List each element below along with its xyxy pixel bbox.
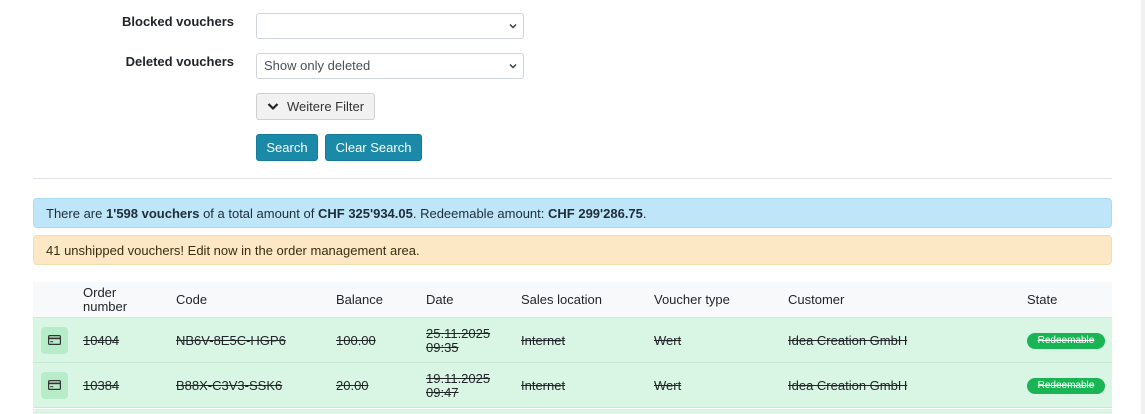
col-voucher-type[interactable]: Voucher type — [654, 293, 730, 307]
date-day: 25.11.2025 — [426, 326, 491, 341]
chevron-down-icon — [267, 103, 279, 111]
more-filters-button[interactable]: Weitere Filter — [256, 93, 375, 120]
col-order-number[interactable]: Order number — [83, 286, 127, 314]
deleted-vouchers-select[interactable]: Show only deleted — [256, 53, 524, 79]
customer: Idea Creation GmbH — [788, 378, 908, 393]
col-balance[interactable]: Balance — [336, 293, 383, 307]
summary-suffix: . — [642, 206, 647, 221]
summary-mid: of a total amount of — [203, 206, 315, 221]
date: 25.11.2025 09:35 — [426, 327, 490, 355]
blocked-vouchers-label: Blocked vouchers — [122, 14, 234, 29]
card-button[interactable] — [41, 327, 68, 354]
credit-card-icon — [48, 335, 61, 345]
table-header: Order number Code Balance Date Sales loc… — [33, 282, 1112, 318]
chevron-down-icon — [509, 64, 517, 69]
col-state[interactable]: State — [1027, 293, 1057, 307]
date-time: 09:35 — [426, 340, 459, 355]
sales-location: Internet — [521, 378, 566, 393]
clear-search-button[interactable]: Clear Search — [325, 134, 422, 161]
summary-redeemable: CHF 299'286.75 — [548, 206, 643, 221]
status-badge: Redeemable — [1027, 333, 1105, 349]
more-filters-label: Weitere Filter — [287, 99, 365, 114]
deleted-vouchers-value: Show only deleted — [264, 58, 371, 73]
summary-count: 1'598 vouchers — [106, 206, 200, 221]
col-customer[interactable]: Customer — [788, 293, 844, 307]
col-order-line1: Order — [83, 285, 117, 300]
summary-total: CHF 325'934.05 — [317, 206, 413, 221]
scroll-edge — [1141, 0, 1145, 414]
search-button[interactable]: Search — [256, 134, 318, 161]
credit-card-icon — [48, 380, 61, 390]
sales-location: Internet — [521, 333, 566, 348]
order-number[interactable]: 10404 — [83, 334, 119, 348]
col-order-line2: number — [83, 299, 128, 314]
balance: 20.00 — [336, 378, 369, 393]
blocked-vouchers-select[interactable] — [256, 13, 524, 39]
blocked-vouchers-row: Blocked vouchers — [0, 13, 540, 39]
voucher-code[interactable]: NB6V-8E5C-HGP6 — [176, 334, 286, 348]
date: 19.11.2025 09:47 — [426, 372, 490, 400]
date-day: 19.11.2025 — [426, 371, 491, 386]
table-row[interactable]: 10404 NB6V-8E5C-HGP6 100.00 25.11.2025 0… — [33, 318, 1112, 363]
col-code[interactable]: Code — [176, 293, 207, 307]
balance: 100.00 — [336, 333, 376, 348]
table-row[interactable]: 10384 B88X-C3V3-SSK6 20.00 19.11.2025 09… — [33, 363, 1112, 408]
voucher-type: Wert — [654, 333, 682, 348]
unshipped-warning: 41 unshipped vouchers! Edit now in the o… — [33, 235, 1112, 265]
divider — [33, 178, 1112, 179]
unshipped-warning-text: 41 unshipped vouchers! Edit now in the o… — [46, 243, 420, 258]
summary-alert: There are 1'598 vouchers of a total amou… — [33, 198, 1112, 228]
summary-prefix: There are — [46, 206, 103, 221]
table-row[interactable] — [33, 409, 1112, 414]
voucher-type: Wert — [654, 378, 682, 393]
chevron-down-icon — [509, 24, 517, 29]
deleted-vouchers-label: Deleted vouchers — [125, 54, 234, 69]
order-number[interactable]: 10384 — [83, 379, 119, 393]
deleted-vouchers-row: Deleted vouchers Show only deleted — [0, 53, 540, 79]
customer: Idea Creation GmbH — [788, 333, 908, 348]
card-button[interactable] — [41, 372, 68, 399]
date-time: 09:47 — [426, 385, 459, 400]
summary-redeemable-label: . Redeemable amount: — [412, 206, 545, 221]
col-sales-location[interactable]: Sales location — [521, 293, 602, 307]
voucher-code[interactable]: B88X-C3V3-SSK6 — [176, 379, 282, 393]
col-date[interactable]: Date — [426, 293, 453, 307]
status-badge: Redeemable — [1027, 378, 1105, 394]
